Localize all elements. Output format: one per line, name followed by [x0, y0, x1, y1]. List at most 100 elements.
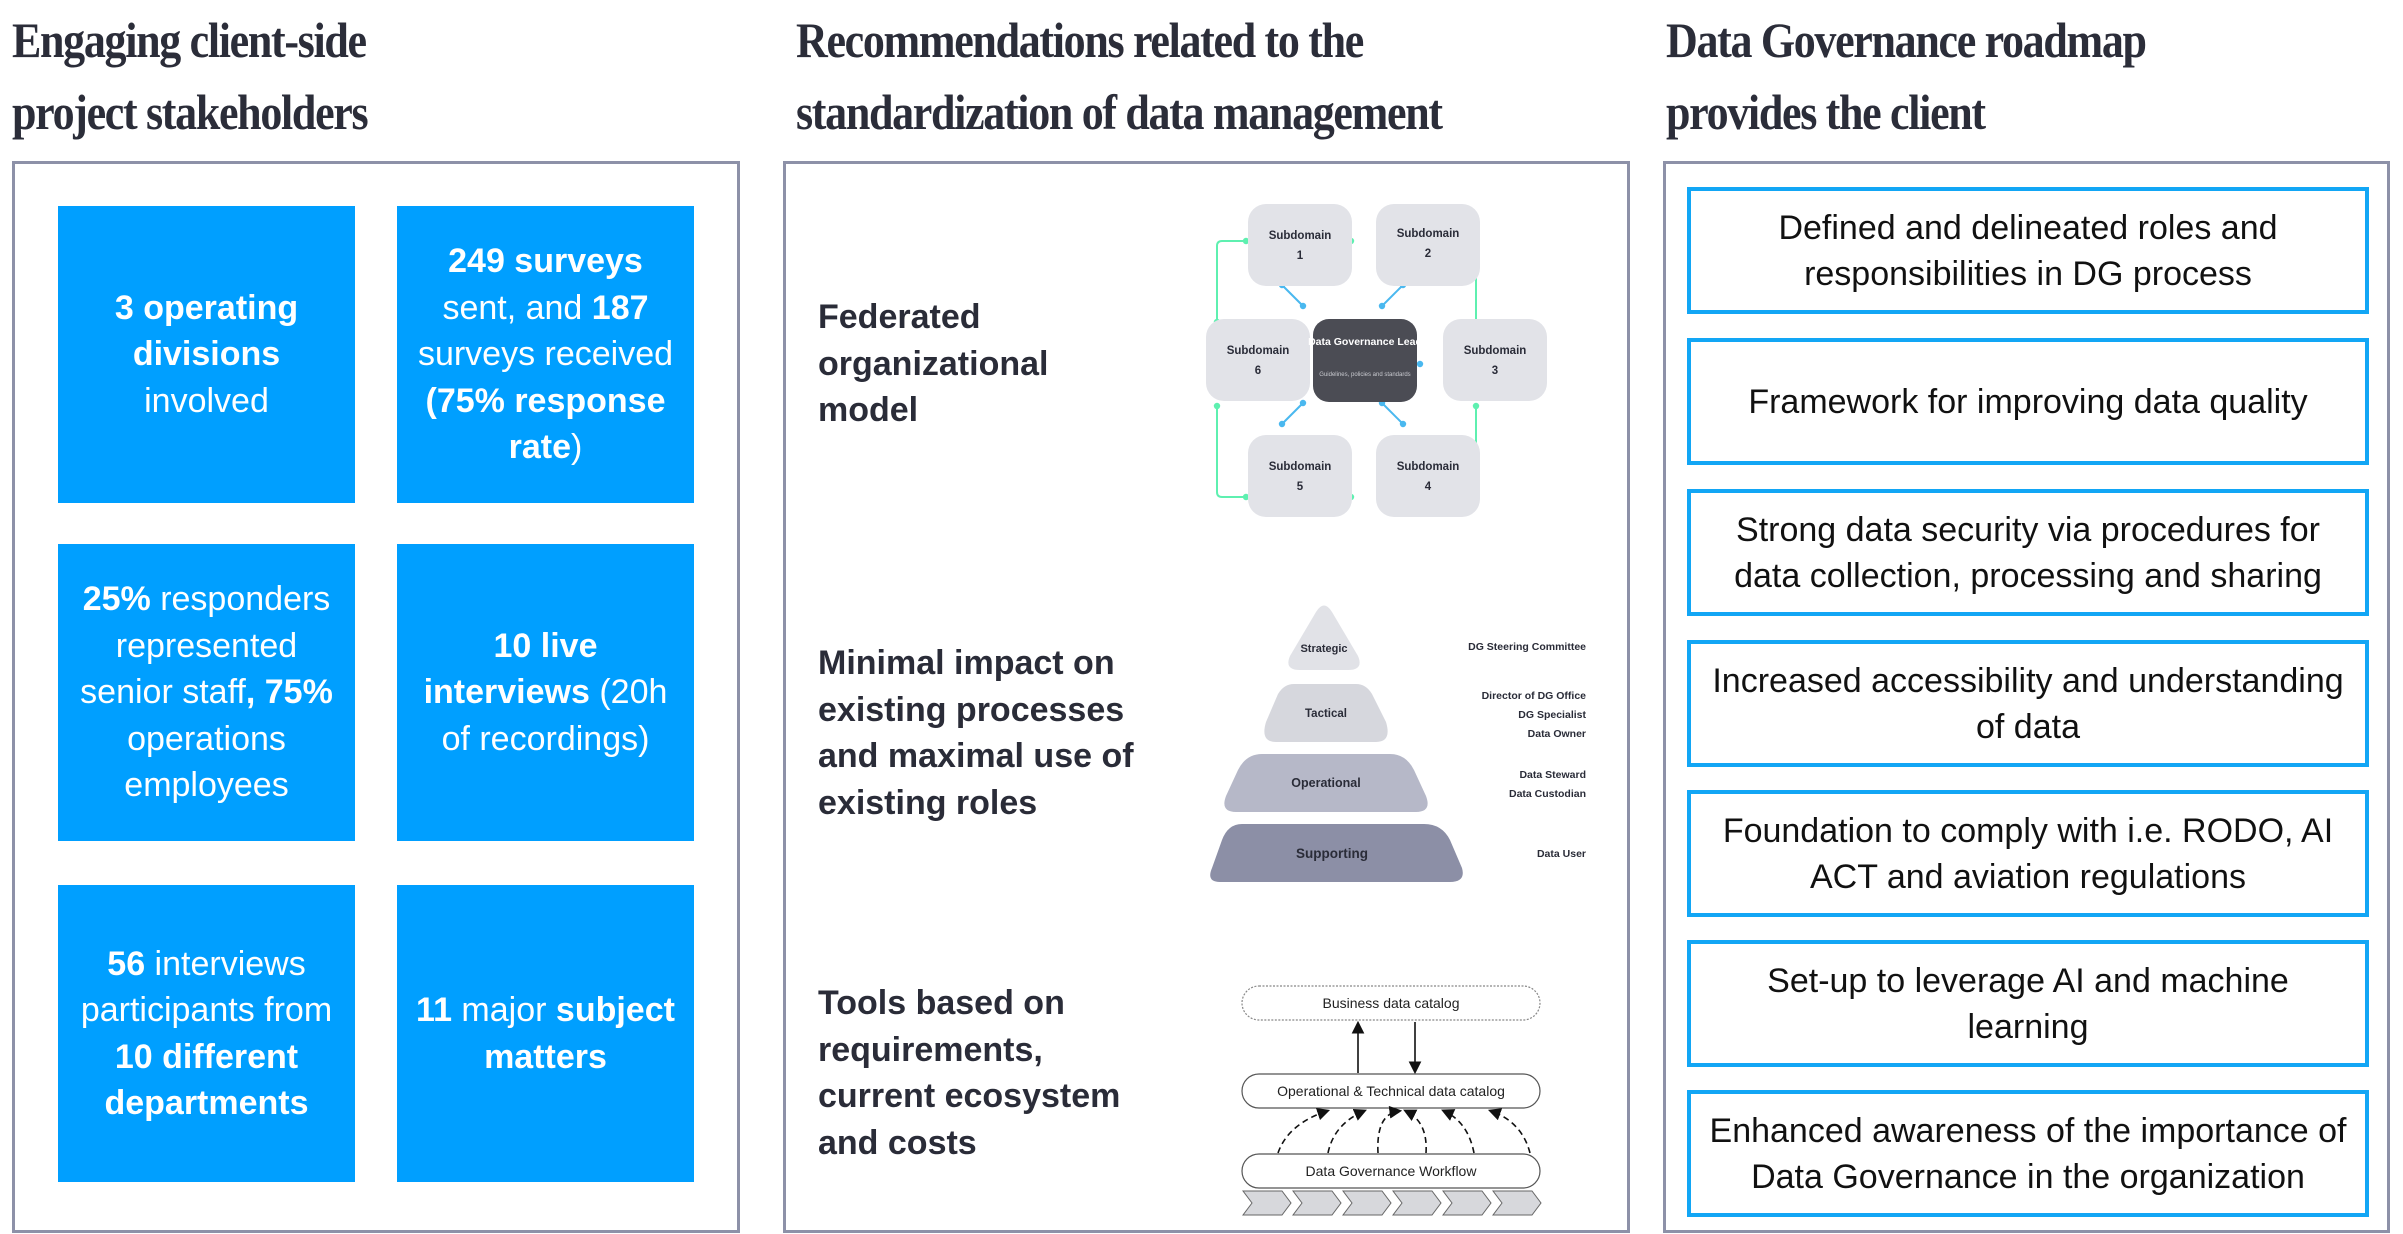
- benefit-item: Strong data security via procedures for …: [1687, 489, 2369, 616]
- heading-line: standardization of data management: [796, 84, 1443, 140]
- stakeholders-panel: 3 operating divisions involved 249 surve…: [12, 161, 740, 1233]
- stat-text: 56 interviews participants from 10 diffe…: [72, 941, 341, 1127]
- business-catalog-label: Business data catalog: [1323, 995, 1460, 1011]
- stat-tile: 25% responders represented senior staff,…: [58, 544, 355, 841]
- stat-emphasis: 3 operating divisions: [114, 288, 299, 374]
- stat-emphasis: , 75%: [245, 673, 333, 712]
- heading-line: Recommendations related to the: [796, 12, 1364, 68]
- ring-link: [1213, 402, 1250, 501]
- node-label: Subdomain: [1269, 461, 1332, 473]
- node-label: Subdomain: [1397, 228, 1460, 240]
- benefit-item: Foundation to comply with i.e. RODO, AI …: [1687, 790, 2369, 917]
- stat-tile: 56 interviews participants from 10 diffe…: [58, 885, 355, 1182]
- subdomain-node: Subdomain 5: [1248, 435, 1352, 517]
- label-tools: Tools based on requirements, current eco…: [818, 984, 1121, 1162]
- node-label: Subdomain: [1269, 230, 1332, 242]
- spoke: [1378, 281, 1407, 310]
- spoke: [1278, 399, 1307, 428]
- stat-text-run: involved: [144, 381, 269, 420]
- heading-line: provides the client: [1666, 84, 1986, 140]
- stat-text-run: surveys received: [417, 335, 674, 374]
- stat-emphasis: 10 live interviews: [423, 626, 598, 712]
- chevron-icon: [1342, 1190, 1392, 1216]
- node-label: Subdomain: [1397, 461, 1460, 473]
- role-label: DG Specialist: [1518, 709, 1586, 721]
- pyramid-level-strategic: [1288, 605, 1360, 670]
- stat-emphasis: 249 surveys: [448, 242, 643, 281]
- role-label: Data Owner: [1528, 728, 1586, 740]
- heading-stakeholders: Engaging client-side project stakeholder…: [12, 4, 369, 148]
- role-label: Data User: [1537, 848, 1586, 860]
- federated-model-diagram: Subdomain 1 Subdomain 2 Subdomain 3 Subd…: [1206, 204, 1547, 517]
- role-label: Data Steward: [1519, 769, 1586, 781]
- node-number: 5: [1297, 481, 1304, 493]
- role-label: Director of DG Office: [1482, 690, 1587, 702]
- dg-lead-node: Data Governance Lead Guidelines, policie…: [1308, 319, 1422, 402]
- spoke: [1378, 399, 1407, 428]
- benefit-item: Defined and delineated roles and respons…: [1687, 187, 2369, 314]
- operational-catalog-label: Operational & Technical data catalog: [1277, 1083, 1505, 1099]
- subdomain-node: Subdomain 6: [1206, 319, 1310, 401]
- roadmap-panel: Defined and delineated roles and respons…: [1663, 161, 2390, 1233]
- stat-emphasis: 11: [416, 991, 452, 1029]
- chevron-icon: [1392, 1190, 1442, 1216]
- heading-recommendations: Recommendations related to the standardi…: [796, 4, 1443, 148]
- level-label: Operational: [1291, 776, 1360, 790]
- workflow-chevrons: [1242, 1190, 1542, 1216]
- recommendations-panel: Federated organizational model Minimal i…: [783, 161, 1630, 1233]
- chevron-icon: [1492, 1190, 1542, 1216]
- stat-text-run: sent, and: [442, 288, 592, 327]
- center-title: Data Governance Lead: [1308, 336, 1422, 348]
- role-label: DG Steering Committee: [1468, 641, 1586, 653]
- stat-tile: 3 operating divisions involved: [58, 206, 355, 503]
- level-label: Tactical: [1305, 708, 1347, 720]
- node-number: 6: [1255, 365, 1261, 377]
- stat-text: 10 live interviews (20h of recordings): [411, 623, 680, 763]
- subdomain-node: Subdomain 4: [1376, 435, 1480, 517]
- subdomain-node: Subdomain 2: [1376, 204, 1480, 286]
- benefit-item: Increased accessibility and understandin…: [1687, 640, 2369, 767]
- center-subtitle: Guidelines, policies and standards: [1319, 372, 1410, 378]
- spoke: [1278, 281, 1307, 310]
- stat-tile: 11 major subject matters: [397, 885, 694, 1182]
- heading-line: Engaging client-side: [12, 12, 367, 68]
- benefit-item: Set-up to leverage AI and machine learni…: [1687, 940, 2369, 1067]
- tools-diagram: Business data catalog Operational & Tech…: [1241, 985, 1541, 1189]
- stat-text-run: ): [571, 428, 583, 467]
- node-number: 2: [1425, 248, 1431, 260]
- node-label: Subdomain: [1464, 345, 1527, 357]
- node-number: 1: [1297, 250, 1304, 262]
- heading-line: Data Governance roadmap: [1666, 12, 2147, 68]
- label-minimal-impact: Minimal impact on existing processes and…: [818, 644, 1134, 822]
- stat-text: 249 surveys sent, and 187 surveys receiv…: [411, 238, 680, 471]
- stat-emphasis: (75% response rate: [425, 381, 666, 467]
- level-label: Strategic: [1300, 643, 1347, 655]
- chevron-icon: [1292, 1190, 1342, 1216]
- subdomain-node: Subdomain 3: [1443, 319, 1547, 401]
- heading-roadmap: Data Governance roadmap provides the cli…: [1666, 4, 2147, 148]
- workflow-label: Data Governance Workflow: [1306, 1163, 1478, 1179]
- chevron-icon: [1242, 1190, 1292, 1216]
- stat-text-run: major: [451, 991, 556, 1029]
- stat-text: 25% responders represented senior staff,…: [72, 576, 341, 809]
- benefit-item: Enhanced awareness of the importance of …: [1687, 1090, 2369, 1217]
- stat-emphasis: 56: [107, 944, 146, 983]
- node-number: 4: [1425, 481, 1432, 493]
- stat-emphasis: 25%: [82, 580, 151, 619]
- stat-tile: 249 surveys sent, and 187 surveys receiv…: [397, 206, 694, 503]
- stat-emphasis: 10 different departments: [104, 1037, 309, 1123]
- level-label: Supporting: [1296, 846, 1368, 861]
- stat-tile: 10 live interviews (20h of recordings): [397, 544, 694, 841]
- stat-emphasis: 187: [591, 288, 649, 327]
- chevron-icon: [1442, 1190, 1492, 1216]
- label-federated-model: Federated organizational model: [818, 298, 1049, 429]
- ring-link: [1213, 237, 1250, 326]
- stat-text-run: operations employees: [124, 719, 289, 805]
- subdomain-node: Subdomain 1: [1248, 204, 1352, 286]
- heading-line: project stakeholders: [12, 84, 369, 140]
- stat-text: 11 major subject matters: [411, 987, 680, 1080]
- node-number: 3: [1492, 365, 1498, 377]
- roles-pyramid: Strategic Tactical Operational Supportin…: [1210, 605, 1587, 882]
- dashed-arrows: [1277, 1105, 1531, 1154]
- node-label: Subdomain: [1227, 345, 1290, 357]
